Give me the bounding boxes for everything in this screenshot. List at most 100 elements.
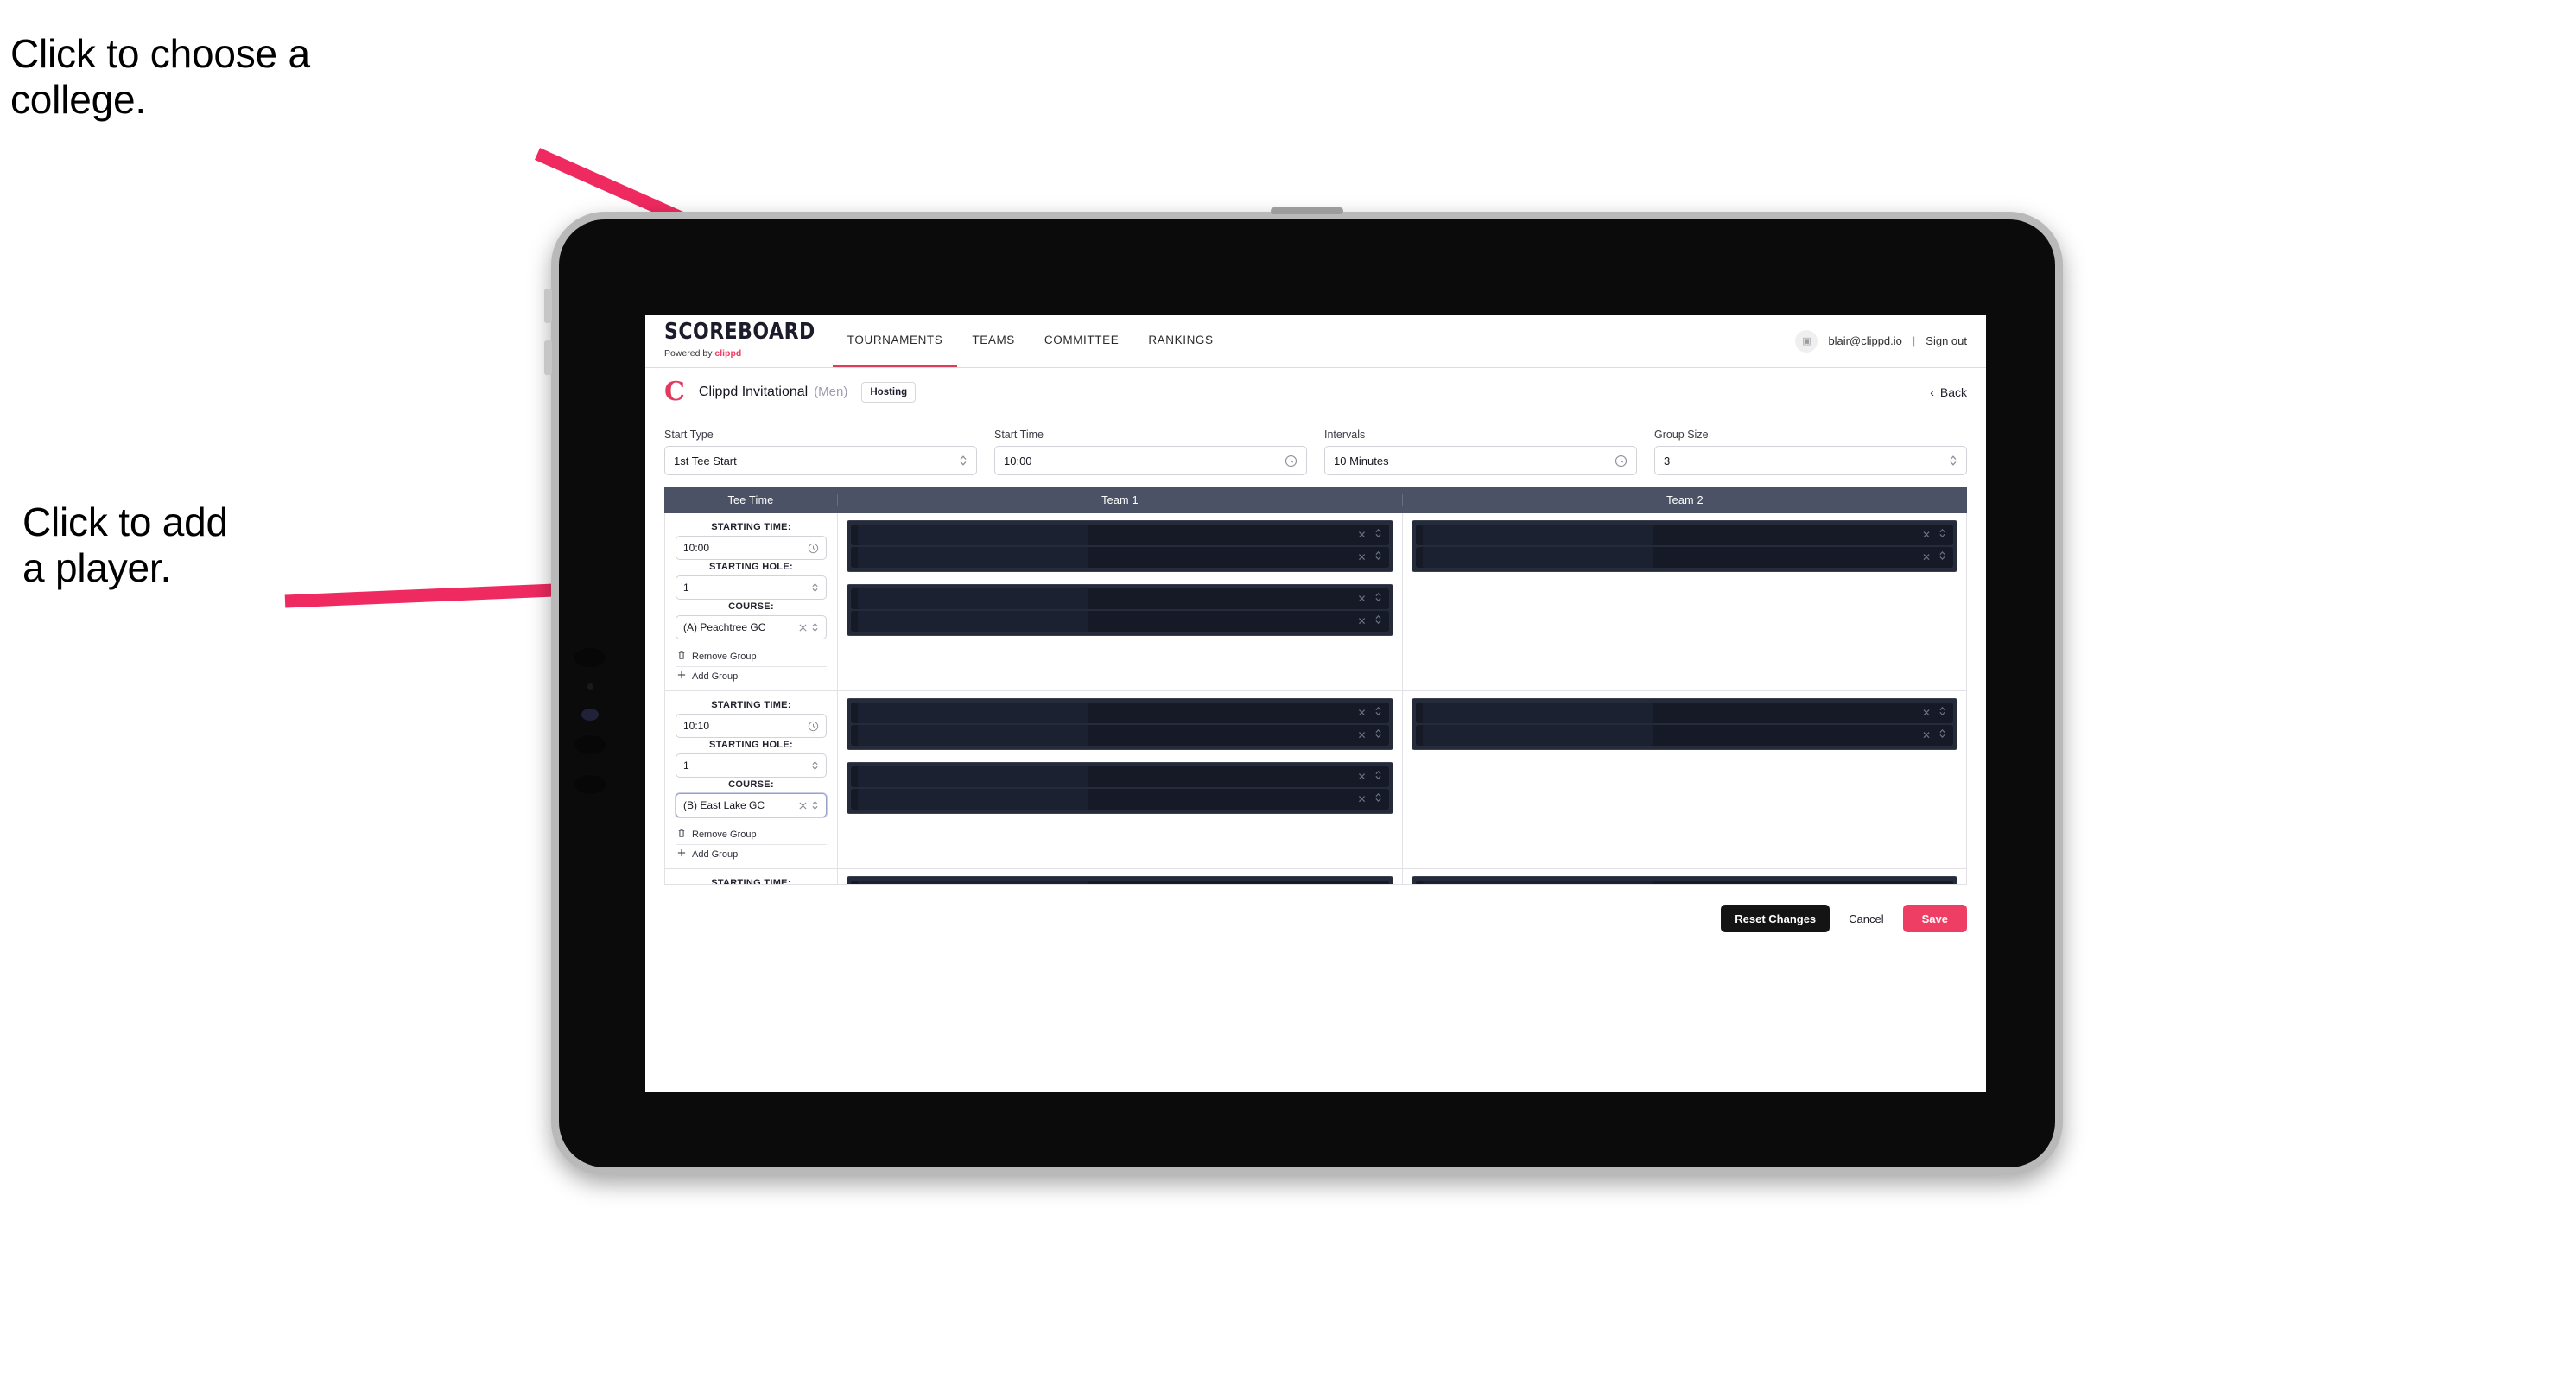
back-button[interactable]: ‹ Back bbox=[1930, 385, 1967, 399]
player-group-card: ✕ bbox=[847, 762, 1393, 814]
stepper-icon[interactable] bbox=[1374, 792, 1382, 808]
player-slot[interactable]: ✕ bbox=[851, 725, 1389, 746]
clear-icon[interactable]: ✕ bbox=[1922, 730, 1931, 741]
course-select[interactable]: (B) East Lake GC bbox=[676, 793, 827, 817]
player-slot[interactable]: ✕ bbox=[851, 525, 1389, 545]
player-slot[interactable]: ✕ bbox=[1415, 525, 1953, 545]
brand-tagline: Powered by clippd bbox=[664, 348, 815, 359]
clear-icon[interactable]: ✕ bbox=[1357, 794, 1366, 804]
stepper-icon[interactable] bbox=[1938, 728, 1946, 744]
course-label: COURSE: bbox=[728, 601, 774, 612]
starting-hole-stepper[interactable]: 1 bbox=[676, 575, 827, 600]
tee-time-settings-cell: STARTING TIME: 10:20 STARTING HOLE: bbox=[665, 869, 838, 885]
clear-icon[interactable]: ✕ bbox=[1357, 530, 1366, 540]
clear-icon[interactable]: ✕ bbox=[1922, 530, 1931, 540]
intervals-input[interactable]: 10 Minutes bbox=[1324, 446, 1637, 475]
clear-icon[interactable]: ✕ bbox=[1357, 772, 1366, 782]
nav-links: TOURNAMENTS TEAMS COMMITTEE RANKINGS bbox=[832, 315, 1228, 367]
player-slot[interactable]: ✕ bbox=[851, 611, 1389, 632]
player-slot[interactable]: ✕ bbox=[851, 547, 1389, 568]
nav-account-area: ▣ blair@clippd.io | Sign out bbox=[1795, 315, 1986, 367]
clear-icon[interactable]: ✕ bbox=[1922, 708, 1931, 718]
player-slot[interactable]: ✕ bbox=[851, 766, 1389, 787]
stepper-icon[interactable] bbox=[1374, 769, 1382, 785]
control-group-size-label: Group Size bbox=[1654, 429, 1709, 441]
brand-logo[interactable]: SCOREBOARD Powered by clippd bbox=[645, 315, 833, 367]
nav-item-committee[interactable]: COMMITTEE bbox=[1030, 315, 1133, 367]
save-button[interactable]: Save bbox=[1902, 905, 1967, 932]
group-size-stepper[interactable]: 3 bbox=[1654, 446, 1967, 475]
remove-group-button[interactable]: Remove Group bbox=[676, 646, 827, 667]
clear-icon[interactable]: ✕ bbox=[1357, 594, 1366, 604]
player-slot[interactable]: ✕ bbox=[1415, 725, 1953, 746]
tablet-side-button-down[interactable] bbox=[544, 340, 552, 375]
course-select[interactable]: (A) Peachtree GC bbox=[676, 615, 827, 639]
clear-icon[interactable]: ✕ bbox=[1357, 730, 1366, 741]
start-time-input[interactable]: 10:00 bbox=[994, 446, 1307, 475]
avatar[interactable]: ▣ bbox=[1795, 329, 1818, 353]
tee-time-group: STARTING TIME: 10:00 STARTING HOLE: 1 CO… bbox=[665, 513, 1966, 691]
cancel-button[interactable]: Cancel bbox=[1830, 905, 1902, 932]
plus-icon bbox=[677, 849, 686, 860]
player-slot[interactable]: ✕ bbox=[851, 588, 1389, 609]
annotation-choose-college: Click to choose a college. bbox=[10, 31, 310, 123]
player-slot-icons: ✕ bbox=[1357, 527, 1381, 544]
team-1-cell: ✕ bbox=[838, 513, 1403, 690]
player-slot[interactable]: ✕ bbox=[851, 703, 1389, 723]
starting-time-label: STARTING TIME: bbox=[711, 878, 791, 885]
player-slot-icons: ✕ bbox=[1357, 728, 1381, 744]
pairings-table-body[interactable]: STARTING TIME: 10:00 STARTING HOLE: 1 CO… bbox=[664, 513, 1967, 885]
start-type-select[interactable]: 1st Tee Start bbox=[664, 446, 977, 475]
stepper-icon[interactable] bbox=[1938, 527, 1946, 544]
player-group-card: ✕ bbox=[847, 876, 1393, 884]
clear-icon[interactable] bbox=[798, 801, 808, 811]
brand-wordmark: SCOREBOARD bbox=[664, 319, 815, 346]
stepper-icon[interactable] bbox=[1374, 550, 1382, 566]
stepper-icon[interactable] bbox=[1374, 728, 1382, 744]
add-group-button[interactable]: Add Group bbox=[676, 667, 827, 685]
tablet-sensor-3 bbox=[574, 735, 606, 754]
clear-icon[interactable]: ✕ bbox=[1922, 552, 1931, 563]
clear-icon[interactable]: ✕ bbox=[1357, 552, 1366, 563]
sign-out-link[interactable]: Sign out bbox=[1926, 334, 1967, 347]
starting-hole-stepper[interactable]: 1 bbox=[676, 753, 827, 778]
starting-hole-label: STARTING HOLE: bbox=[709, 740, 793, 750]
clear-icon[interactable]: ✕ bbox=[1357, 616, 1366, 626]
account-separator: | bbox=[1912, 334, 1916, 347]
starting-time-input[interactable]: 10:00 bbox=[676, 536, 827, 560]
account-email[interactable]: blair@clippd.io bbox=[1828, 334, 1901, 347]
annotation-add-player: Click to add a player. bbox=[22, 499, 228, 591]
player-slot[interactable]: ✕ bbox=[1415, 547, 1953, 568]
stepper-icon[interactable] bbox=[1374, 705, 1382, 722]
stepper-icon[interactable] bbox=[1938, 705, 1946, 722]
stepper-icon bbox=[811, 582, 819, 594]
nav-item-teams[interactable]: TEAMS bbox=[957, 315, 1030, 367]
player-slot[interactable]: ✕ bbox=[851, 789, 1389, 810]
trash-icon bbox=[677, 828, 686, 841]
brand-tagline-name: clippd bbox=[714, 348, 742, 359]
player-group-card: ✕ bbox=[1411, 698, 1957, 750]
clear-icon[interactable] bbox=[798, 623, 808, 633]
back-button-label: Back bbox=[1939, 385, 1967, 399]
trash-icon bbox=[677, 650, 686, 663]
starting-time-input[interactable]: 10:10 bbox=[676, 714, 827, 738]
control-start-type-label: Start Type bbox=[664, 429, 714, 441]
clear-icon[interactable]: ✕ bbox=[1357, 708, 1366, 718]
tablet-side-button-up[interactable] bbox=[544, 289, 552, 323]
stepper-icon[interactable] bbox=[1938, 550, 1946, 566]
tee-time-settings-cell: STARTING TIME: 10:00 STARTING HOLE: 1 CO… bbox=[665, 513, 838, 690]
add-group-button[interactable]: Add Group bbox=[676, 845, 827, 863]
starting-time-value: 10:00 bbox=[683, 542, 710, 554]
stepper-icon[interactable] bbox=[1374, 591, 1382, 607]
player-slot[interactable]: ✕ bbox=[1415, 703, 1953, 723]
reset-changes-button[interactable]: Reset Changes bbox=[1721, 905, 1830, 932]
player-slot-icons: ✕ bbox=[1922, 728, 1946, 744]
nav-item-tournaments[interactable]: TOURNAMENTS bbox=[832, 315, 958, 367]
stepper-icon[interactable] bbox=[1374, 527, 1382, 544]
nav-item-rankings[interactable]: RANKINGS bbox=[1133, 315, 1228, 367]
remove-group-button[interactable]: Remove Group bbox=[676, 824, 827, 845]
remove-group-label: Remove Group bbox=[692, 651, 757, 662]
stepper-icon[interactable] bbox=[1374, 614, 1382, 630]
starting-hole-label: STARTING HOLE: bbox=[709, 562, 793, 572]
control-intervals: Intervals 10 Minutes bbox=[1324, 429, 1637, 475]
